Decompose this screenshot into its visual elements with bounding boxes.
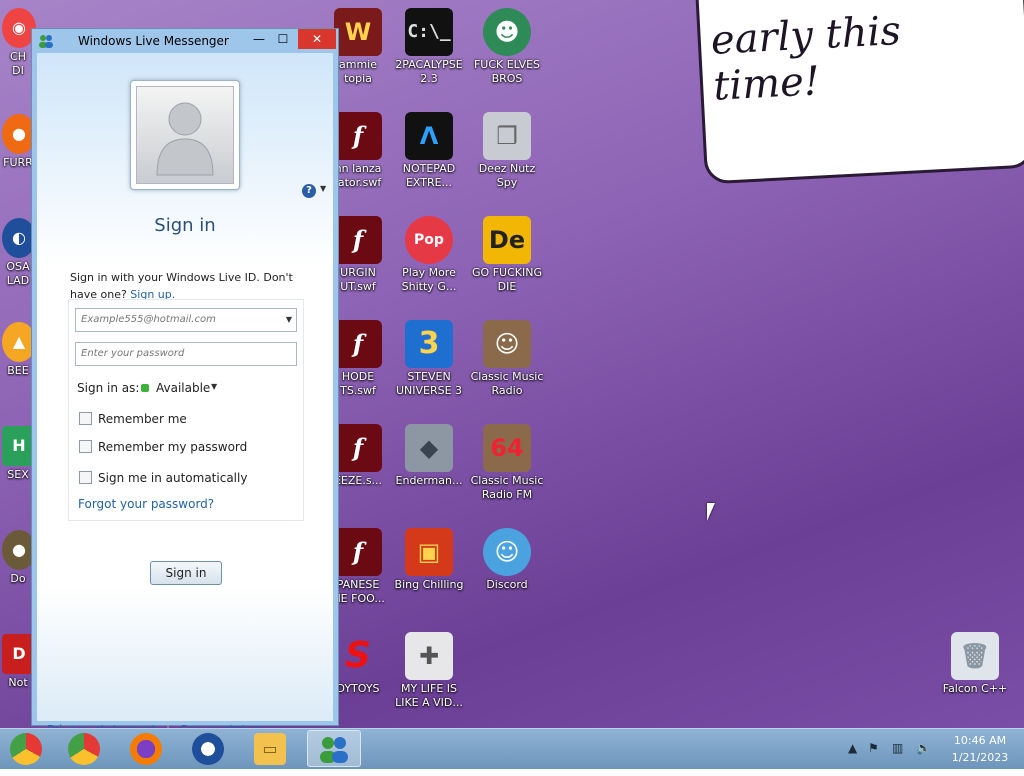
network-icon[interactable]: ▥ — [892, 741, 903, 755]
messenger-body: ? ▼ Sign in Sign in with your Windows Li… — [37, 53, 333, 737]
popcap-icon: Pop — [405, 216, 453, 264]
game-icon: ☻ — [483, 8, 531, 56]
flash-icon: f — [334, 424, 382, 472]
desktop-icon-2pacalypse[interactable]: C:\_ 2PACALYPSE 2.3 — [387, 8, 471, 86]
clock-time[interactable]: 10:46 AM — [946, 734, 1014, 747]
desktop-icon-go-die[interactable]: De GO FUCKING DIE — [465, 216, 549, 294]
taskbar: ▭ ▲ ⚑ ▥ 🔈 10:46 AM 1/21/2023 — [0, 728, 1024, 769]
status-dropdown[interactable]: Available — [156, 381, 210, 395]
obama-logo-icon[interactable] — [192, 733, 224, 765]
help-icon[interactable]: ? — [302, 184, 316, 198]
signin-form: Example555@hotmail.com ▼ Enter your pass… — [68, 299, 304, 521]
chevron-down-icon[interactable]: ▼ — [286, 309, 292, 331]
clock-date[interactable]: 1/21/2023 — [946, 751, 1014, 764]
avatar[interactable] — [130, 80, 240, 190]
gamepad-icon: ✚ — [405, 632, 453, 680]
desktop-icon-play-more[interactable]: Pop Play More Shitty G... — [387, 216, 471, 294]
messenger-icon — [39, 35, 53, 48]
remember-me-checkbox[interactable]: Remember me — [79, 412, 187, 426]
minecraft-block-icon: ◆ — [405, 424, 453, 472]
messenger-titlebar[interactable]: Windows Live Messenger — ☐ ✕ — [32, 29, 338, 53]
checkbox-icon[interactable] — [79, 412, 92, 425]
mouse-cursor — [707, 503, 715, 521]
minimize-button[interactable]: — — [248, 29, 270, 49]
desktop-icon-falcon-cpp[interactable]: 🗑 Falcon C++ — [933, 632, 1017, 696]
portrait-64-icon: 64 — [483, 424, 531, 472]
checkbox-icon[interactable] — [79, 471, 92, 484]
recycle-bin-icon: 🗑 — [951, 632, 999, 680]
desktop-icon-classic-music-radio-fm[interactable]: 64 Classic Music Radio FM — [465, 424, 549, 502]
number-three-icon: 3 — [405, 320, 453, 368]
desktop-icon-deez-nutz-spy[interactable]: ❒ Deez Nutz Spy — [465, 112, 549, 190]
status-label: Sign in as: — [77, 381, 140, 395]
flash-icon: f — [334, 528, 382, 576]
die-icon: De — [483, 216, 531, 264]
notepad-icon: Λ — [405, 112, 453, 160]
chrome-icon[interactable] — [68, 733, 100, 765]
flash-icon: f — [334, 320, 382, 368]
password-field[interactable]: Enter your password — [75, 342, 297, 366]
chevron-down-icon[interactable]: ▼ — [320, 184, 326, 193]
flash-icon: f — [334, 216, 382, 264]
sign-in-automatically-checkbox[interactable]: Sign me in automatically — [79, 471, 247, 485]
user-silhouette-icon — [156, 102, 214, 176]
desktop-icon-bing-chilling[interactable]: ▣ Bing Chilling — [387, 528, 471, 592]
signin-description: Sign in with your Windows Live ID. Don't… — [70, 271, 293, 301]
close-button[interactable]: ✕ — [298, 29, 336, 49]
taskbar-item-messenger[interactable] — [307, 730, 361, 767]
windows-stack-icon: ❒ — [483, 112, 531, 160]
messenger-icon — [318, 733, 350, 765]
show-hidden-icons-chevron-icon[interactable]: ▲ — [848, 741, 857, 755]
desktop-icon-fuck-elves-bros[interactable]: ☻ FUCK ELVES BROS — [465, 8, 549, 86]
volume-icon[interactable]: 🔈 — [916, 741, 931, 755]
desktop-icon-discord[interactable]: ☺ Discord — [465, 528, 549, 592]
game-box-icon: ▣ — [405, 528, 453, 576]
file-explorer-icon[interactable]: ▭ — [254, 733, 286, 765]
flash-icon: f — [334, 112, 382, 160]
firefox-icon[interactable] — [130, 733, 162, 765]
s-logo-icon: S — [345, 635, 371, 676]
desktop-icon-notepad-extreme[interactable]: Λ NOTEPAD EXTRE... — [387, 112, 471, 190]
remember-password-checkbox[interactable]: Remember my password — [79, 440, 247, 454]
messenger-people-icon: ☺ — [483, 528, 531, 576]
email-field[interactable]: Example555@hotmail.com ▼ — [75, 308, 297, 332]
desktop-icon-my-life-video[interactable]: ✚ MY LIFE IS LIKE A VID... — [387, 632, 471, 710]
maximize-button[interactable]: ☐ — [272, 29, 294, 49]
wallpaper-speech-text: early this time! — [709, 7, 902, 110]
desktop-icon-enderman[interactable]: ◆ Enderman... — [387, 424, 471, 488]
desktop-icon-steven-universe-3[interactable]: 3 STEVEN UNIVERSE 3 — [387, 320, 471, 398]
page-title: Sign in — [154, 215, 216, 236]
chevron-down-icon[interactable]: ▼ — [211, 382, 217, 391]
terminal-icon: C:\_ — [405, 8, 453, 56]
chrome-alt-icon[interactable] — [10, 733, 42, 765]
sign-in-button[interactable]: Sign in — [150, 561, 222, 585]
messenger-window-title: Windows Live Messenger — [78, 34, 229, 48]
action-center-flag-icon[interactable]: ⚑ — [868, 741, 879, 755]
checkbox-icon[interactable] — [79, 440, 92, 453]
portrait-icon: ☺ — [483, 320, 531, 368]
desktop-icon-classic-music-radio[interactable]: ☺ Classic Music Radio — [465, 320, 549, 398]
status-available-icon — [141, 384, 149, 392]
forgot-password-link[interactable]: Forgot your password? — [78, 497, 214, 511]
game-icon: W — [334, 8, 382, 56]
messenger-window: Windows Live Messenger — ☐ ✕ ? ▼ Sign in… — [31, 28, 339, 737]
